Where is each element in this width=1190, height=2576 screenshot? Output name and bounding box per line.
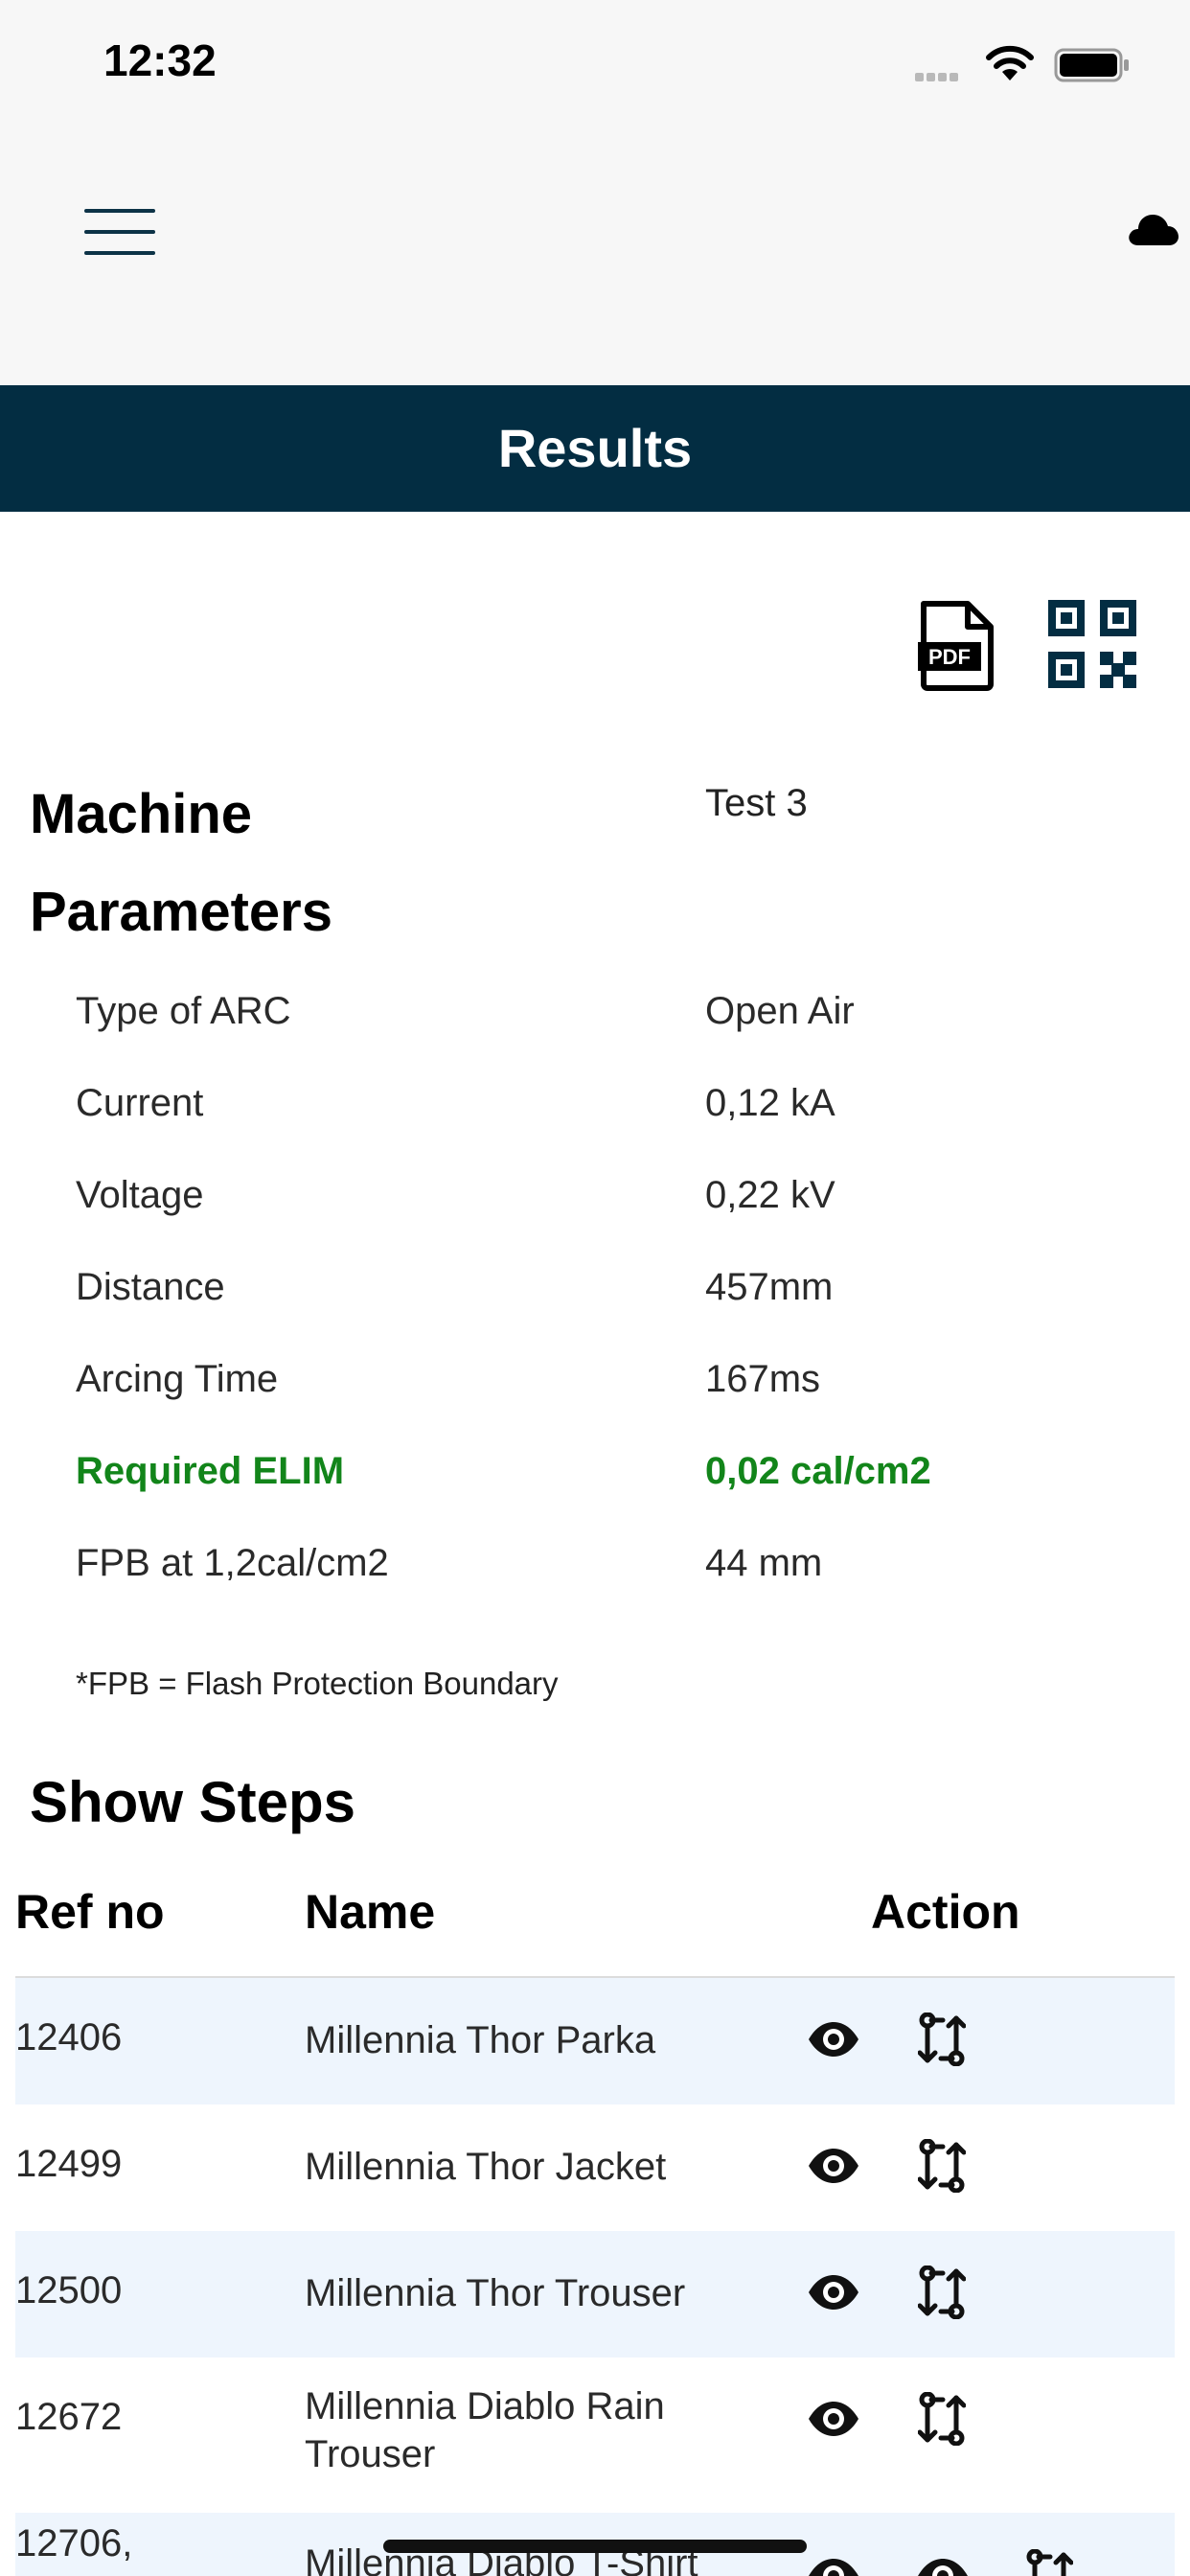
- param-row-current: Current 0,12 kA: [0, 1071, 1190, 1163]
- ref-no-cell: 12672: [15, 2396, 123, 2438]
- ref-no-cell: 12406: [15, 2016, 123, 2058]
- fpb-footnote: *FPB = Flash Protection Boundary: [76, 1666, 559, 1701]
- cloud-icon[interactable]: [1127, 209, 1179, 247]
- name-cell: Millennia Thor Jacket: [305, 2146, 667, 2188]
- compare-icon[interactable]: [918, 2139, 966, 2193]
- param-label: Type of ARC: [76, 990, 291, 1032]
- compare-icon[interactable]: [1025, 2549, 1073, 2576]
- param-value: 0,02 cal/cm2: [705, 1450, 931, 1492]
- name-cell: Millennia Thor Parka: [305, 2019, 656, 2061]
- param-label: Arcing Time: [76, 1358, 279, 1400]
- ref-no-cell: 12499: [15, 2143, 123, 2185]
- column-header-name: Name: [305, 1885, 436, 1939]
- compare-icon[interactable]: [918, 2392, 966, 2446]
- eye-icon[interactable]: [807, 2557, 860, 2576]
- param-row-arcing-time: Arcing Time 167ms: [0, 1347, 1190, 1439]
- compare-icon[interactable]: [918, 2266, 966, 2319]
- table-row: 12500 Millennia Thor Trouser: [15, 2231, 1175, 2358]
- home-indicator[interactable]: [383, 2540, 807, 2553]
- param-value: 0,22 kV: [705, 1174, 835, 1216]
- param-row-type-of-arc: Type of ARC Open Air: [0, 979, 1190, 1071]
- column-header-action: Action: [871, 1885, 1020, 1939]
- ref-no-cell: 12500: [15, 2269, 123, 2312]
- name-cell: Millennia Diablo Rain Trouser: [305, 2385, 665, 2475]
- eye-icon[interactable]: [807, 2400, 860, 2438]
- pdf-icon[interactable]: PDF: [918, 600, 995, 692]
- hamburger-icon[interactable]: [84, 209, 155, 257]
- param-value: 44 mm: [705, 1542, 823, 1584]
- param-row-required-elim: Required ELIM 0,02 cal/cm2: [0, 1439, 1190, 1531]
- page-title-bar: Results: [0, 385, 1190, 512]
- compare-icon[interactable]: [918, 2012, 966, 2066]
- param-label: FPB at 1,2cal/cm2: [76, 1542, 389, 1584]
- table-row: 12406 Millennia Thor Parka: [15, 1978, 1175, 2104]
- param-value: 0,12 kA: [705, 1082, 835, 1124]
- wifi-icon: [986, 45, 1034, 80]
- nav-bar: [0, 130, 1190, 385]
- param-row-voltage: Voltage 0,22 kV: [0, 1163, 1190, 1255]
- cellular-signal-icon: [915, 69, 961, 86]
- ref-no-cell: 12706,: [15, 2522, 133, 2564]
- param-value: Open Air: [705, 990, 855, 1032]
- parameters-heading: Parameters: [30, 881, 332, 943]
- page-title: Results: [497, 418, 693, 478]
- svg-text:PDF: PDF: [928, 645, 971, 669]
- param-label: Distance: [76, 1266, 225, 1308]
- param-label: Voltage: [76, 1174, 204, 1216]
- param-row-distance: Distance 457mm: [0, 1255, 1190, 1347]
- status-bar: 12:32: [0, 0, 1190, 130]
- eye-icon[interactable]: [807, 2147, 860, 2185]
- machine-value: Test 3: [705, 782, 808, 824]
- qr-code-icon[interactable]: [1048, 600, 1136, 688]
- eye-icon[interactable]: [916, 2557, 970, 2576]
- table-row: 12672 Millennia Diablo Rain Trouser: [15, 2358, 1175, 2484]
- eye-icon[interactable]: [807, 2273, 860, 2312]
- param-value: 167ms: [705, 1358, 821, 1400]
- param-label: Required ELIM: [76, 1450, 345, 1492]
- status-time: 12:32: [103, 35, 217, 85]
- param-row-fpb: FPB at 1,2cal/cm2 44 mm: [0, 1531, 1190, 1623]
- eye-icon[interactable]: [807, 2020, 860, 2058]
- column-header-ref-no: Ref no: [15, 1885, 165, 1939]
- param-value: 457mm: [705, 1266, 834, 1308]
- table-row: 12499 Millennia Thor Jacket: [15, 2104, 1175, 2231]
- name-cell: Millennia Thor Trouser: [305, 2272, 686, 2314]
- machine-label: Machine: [30, 783, 253, 845]
- battery-icon: [1054, 48, 1129, 82]
- param-label: Current: [76, 1082, 204, 1124]
- show-steps-heading[interactable]: Show Steps: [30, 1769, 355, 1835]
